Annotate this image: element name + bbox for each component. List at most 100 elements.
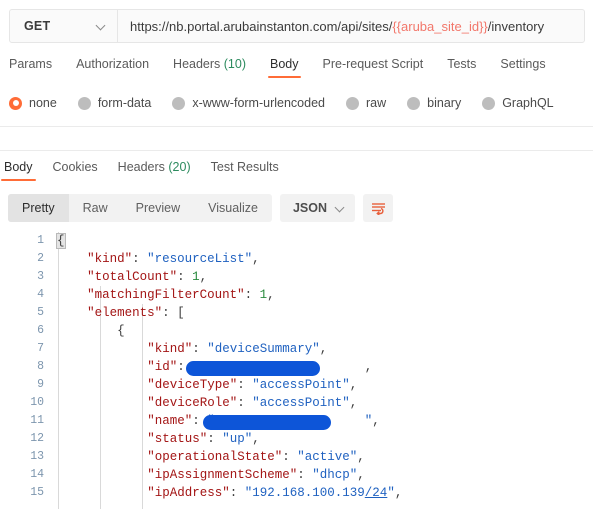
code-line-text: "deviceRole": "accessPoint", xyxy=(147,394,357,412)
body-type-raw[interactable]: raw xyxy=(346,96,386,110)
request-url-input[interactable]: https://nb.portal.arubainstanton.com/api… xyxy=(118,10,584,42)
request-tab-pre-request-script[interactable]: Pre-request Script xyxy=(323,57,424,78)
code-line: 12 "status": "up", xyxy=(0,430,593,448)
line-number: 9 xyxy=(37,378,44,391)
body-type-graphql[interactable]: GraphQL xyxy=(482,96,554,110)
body-type-radio-group: none form-data x-www-form-urlencoded raw bin… xyxy=(9,96,575,110)
code-token: "ipAddress" xyxy=(147,486,230,500)
request-tab-authorization[interactable]: Authorization xyxy=(76,57,149,78)
code-line: 15 "ipAddress": "192.168.100.139/24", xyxy=(0,484,593,502)
body-type-label: form-data xyxy=(97,96,152,110)
response-format-select[interactable]: JSON xyxy=(279,194,355,222)
code-token: " xyxy=(387,486,395,500)
code-line-text: "kind": "resourceList", xyxy=(87,250,260,268)
response-body-code-viewer[interactable]: 1{2 "kind": "resourceList", 3 "totalCount":… xyxy=(0,232,593,509)
code-token: , xyxy=(372,414,380,428)
line-number: 13 xyxy=(30,450,44,463)
request-tab-settings[interactable]: Settings xyxy=(500,57,545,78)
response-tab-cookies[interactable]: Cookies xyxy=(53,160,98,181)
code-line-text: "status": "up", xyxy=(147,430,260,448)
code-token: "matchingFilterCount" xyxy=(87,288,245,302)
code-token: : xyxy=(132,252,148,266)
request-tab-headers[interactable]: Headers (10) xyxy=(173,57,246,78)
response-view-preview[interactable]: Preview xyxy=(122,194,194,222)
code-token: "active" xyxy=(297,450,358,464)
line-number: 10 xyxy=(30,396,44,409)
code-token: "deviceType" xyxy=(147,378,238,392)
line-number: 6 xyxy=(37,324,44,337)
code-token: : xyxy=(177,270,193,284)
request-url-bar: GET https://nb.portal.arubainstanton.com… xyxy=(9,9,585,43)
body-type-form-data[interactable]: form-data xyxy=(77,96,152,110)
code-token: , xyxy=(267,288,275,302)
body-type-label: none xyxy=(29,96,57,110)
code-token: "accessPoint" xyxy=(252,378,350,392)
code-token: , xyxy=(394,486,403,500)
code-token: [ xyxy=(177,306,185,320)
response-tab-test-results[interactable]: Test Results xyxy=(211,160,279,181)
response-tab-headers[interactable]: Headers (20) xyxy=(118,160,191,181)
code-token: { xyxy=(56,233,66,249)
code-token: , xyxy=(364,360,373,374)
response-tab-count: (20) xyxy=(164,160,191,174)
response-view-label: Raw xyxy=(82,201,108,215)
code-line: 8 "id": , xyxy=(0,358,593,376)
code-line-text: "elements": [ xyxy=(87,304,185,322)
code-token: "deviceRole" xyxy=(147,396,238,410)
request-tab-label: Pre-request Script xyxy=(322,57,424,71)
response-view-raw[interactable]: Raw xyxy=(69,194,122,222)
response-view-pretty[interactable]: Pretty xyxy=(8,194,69,222)
request-tab-tests[interactable]: Tests xyxy=(447,57,476,78)
divider-top xyxy=(0,126,593,127)
code-token: , xyxy=(252,252,260,266)
wrap-lines-icon xyxy=(371,202,385,215)
body-type-label: binary xyxy=(427,96,462,110)
radio-icon xyxy=(172,96,186,110)
code-line: 13 "operationalState": "active", xyxy=(0,448,593,466)
body-type-x-www-form-urlencoded[interactable]: x-www-form-urlencoded xyxy=(172,96,325,110)
code-line-text: "ipAddress": "192.168.100.139/24", xyxy=(147,484,402,502)
code-line: 14 "ipAssignmentScheme": "dhcp", xyxy=(0,466,593,484)
request-tab-bar: Params Authorization Headers (10) Body Pre-r… xyxy=(9,57,585,85)
code-line-text: "deviceType": "accessPoint", xyxy=(147,376,357,394)
redaction-overlay-name xyxy=(203,415,331,430)
code-line: 10 "deviceRole": "accessPoint", xyxy=(0,394,593,412)
response-view-visualize[interactable]: Visualize xyxy=(194,194,272,222)
response-tab-label: Test Results xyxy=(210,160,279,174)
url-suffix: /inventory xyxy=(487,18,545,34)
line-number: 1 xyxy=(37,234,44,247)
wrap-lines-button[interactable] xyxy=(363,194,393,222)
code-line: 5 "elements": [ xyxy=(0,304,593,322)
code-token: "192.168.100.139 xyxy=(244,486,365,500)
code-token: "name" xyxy=(147,414,193,428)
body-type-label: x-www-form-urlencoded xyxy=(192,96,325,110)
code-line: 9 "deviceType": "accessPoint", xyxy=(0,376,593,394)
line-number: 11 xyxy=(30,414,44,427)
request-tab-body[interactable]: Body xyxy=(268,57,300,78)
response-tab-body[interactable]: Body xyxy=(1,160,35,181)
body-type-binary[interactable]: binary xyxy=(407,96,461,110)
code-token: 1 xyxy=(259,288,268,302)
code-token: "totalCount" xyxy=(87,270,178,284)
code-token: : xyxy=(229,486,245,500)
code-token: "ipAssignmentScheme" xyxy=(147,468,298,482)
request-tab-label: Headers xyxy=(173,57,221,71)
body-type-none[interactable]: none xyxy=(9,96,57,110)
code-line-text: "matchingFilterCount": 1, xyxy=(87,286,275,304)
code-line: 1{ xyxy=(0,232,593,250)
code-token: "up" xyxy=(222,432,253,446)
code-token: "status" xyxy=(147,432,208,446)
redaction-overlay-id xyxy=(186,361,320,376)
code-token: : xyxy=(237,396,253,410)
http-method-select[interactable]: GET xyxy=(10,10,118,42)
code-token: "kind" xyxy=(87,252,133,266)
request-tab-params[interactable]: Params xyxy=(9,57,52,78)
request-tab-label: Body xyxy=(270,57,299,71)
code-line: 2 "kind": "resourceList", xyxy=(0,250,593,268)
divider-response xyxy=(0,150,593,151)
line-number: 5 xyxy=(37,306,44,319)
line-number: 3 xyxy=(37,270,44,283)
code-line-text: "operationalState": "active", xyxy=(147,448,365,466)
code-token: /24 xyxy=(364,486,388,500)
code-line-text: { xyxy=(56,232,66,250)
